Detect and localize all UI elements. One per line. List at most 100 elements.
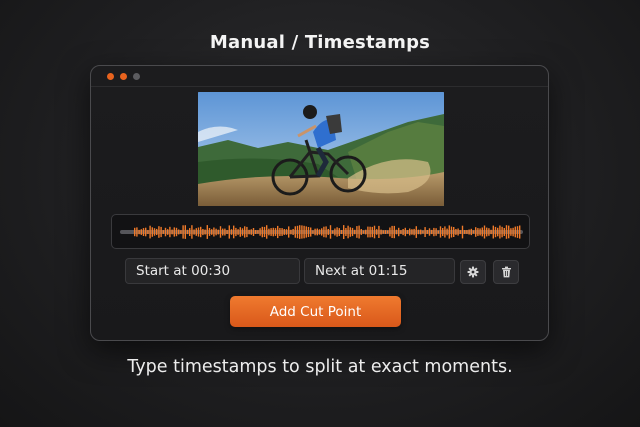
waveform-bar (325, 226, 327, 238)
waveform-bar (514, 226, 516, 238)
waveform-bar (222, 228, 224, 236)
waveform-bar (191, 225, 193, 239)
waveform-bar (461, 225, 464, 239)
waveform-bar (510, 228, 512, 236)
waveform-bar (255, 230, 257, 234)
waveform-bar (145, 227, 147, 237)
waveform-bar (371, 226, 373, 238)
waveform-bar (233, 225, 235, 239)
waveform-bar (202, 229, 204, 236)
waveform-bar (292, 229, 294, 235)
waveform-bar (290, 229, 292, 235)
waveform-bar (184, 225, 186, 239)
waveform-bar (329, 225, 332, 239)
waveform-bar (164, 227, 167, 237)
waveform-bar (378, 225, 380, 238)
waveform-bar (217, 229, 219, 235)
waveform-bar (349, 227, 351, 237)
waveform-bar (360, 229, 362, 235)
waveform-bar (444, 226, 446, 238)
waveform-bar (431, 229, 433, 235)
waveform-bar (466, 230, 468, 234)
waveform-bar (307, 227, 310, 237)
window-maximize-dot[interactable] (133, 73, 140, 80)
waveform-bar (490, 229, 492, 235)
waveform-bar (136, 227, 138, 237)
waveform-bar (413, 228, 415, 236)
video-preview[interactable] (198, 92, 444, 206)
waveform-bar (516, 226, 519, 238)
waveform-bar (160, 226, 162, 238)
next-timestamp-field[interactable]: Next at 01:15 (304, 258, 455, 284)
waveform-bar (402, 229, 404, 236)
waveform-bar (239, 227, 241, 237)
waveform-bar (464, 230, 466, 234)
waveform-timeline[interactable] (111, 214, 530, 249)
waveform-bar (272, 227, 274, 237)
waveform-bar (252, 228, 255, 236)
waveform-bar (395, 229, 398, 235)
waveform-bar (162, 230, 164, 234)
waveform-bar (197, 227, 200, 237)
waveform-bar (380, 229, 382, 235)
waveform-bar (215, 228, 217, 236)
waveform-bar (140, 229, 142, 235)
waveform-bar (494, 226, 497, 238)
waveform-bar (208, 228, 211, 236)
waveform-bar (472, 230, 475, 234)
waveform-bar (503, 228, 505, 236)
waveform-bar (393, 225, 395, 239)
waveform-bar (327, 229, 329, 235)
window-close-dot[interactable] (107, 73, 114, 80)
waveform-bar (420, 229, 422, 235)
waveform-bar (433, 227, 435, 237)
waveform-bar (391, 225, 393, 238)
waveform-bar (481, 227, 483, 237)
waveform-bar (457, 228, 459, 236)
waveform-bar (477, 228, 479, 236)
waveform-bar (211, 229, 213, 235)
trash-icon (501, 266, 511, 278)
waveform-bar (288, 226, 290, 238)
waveform-bar (180, 230, 182, 234)
waveform-bar (147, 230, 149, 234)
waveform-bar (151, 227, 153, 237)
waveform-bar (347, 225, 349, 239)
settings-button[interactable] (460, 260, 486, 284)
waveform-bar (186, 229, 189, 235)
waveform-bar (316, 228, 318, 236)
waveform-bar (398, 227, 400, 237)
waveform-bar (365, 229, 367, 235)
app-window: Start at 00:30 Next at 01:15 Add Cut Poi… (90, 65, 549, 341)
waveform-bar (389, 227, 391, 237)
waveform-bar (182, 225, 184, 239)
waveform-bar (415, 226, 417, 238)
waveform-bar (175, 227, 178, 237)
waveform-bar (195, 228, 197, 236)
waveform-bar (219, 226, 222, 238)
window-minimize-dot[interactable] (120, 73, 127, 80)
waveform-bar (294, 226, 296, 238)
waveform-bar (257, 230, 259, 234)
waveform-bar (230, 229, 233, 235)
waveform-bar (497, 227, 499, 237)
waveform-bar (281, 228, 283, 236)
waveform-bar (149, 225, 151, 239)
waveform-bar (406, 230, 409, 234)
waveform-bar (178, 229, 180, 235)
start-timestamp-field[interactable]: Start at 00:30 (125, 258, 300, 284)
waveform-bar (263, 226, 266, 237)
waveform-bar (404, 227, 406, 237)
waveform-bar (501, 226, 503, 238)
add-cut-point-button[interactable]: Add Cut Point (230, 296, 401, 327)
waveform-bar (244, 226, 246, 238)
waveform-bar (189, 228, 191, 236)
gear-icon (467, 266, 479, 278)
waveform-bar (400, 230, 402, 234)
waveform-bar (301, 225, 303, 239)
delete-button[interactable] (493, 260, 519, 284)
caption: Type timestamps to split at exact moment… (127, 357, 513, 377)
waveform-bar (169, 226, 171, 238)
waveform-bar (241, 228, 244, 236)
waveform-bar (274, 228, 277, 236)
